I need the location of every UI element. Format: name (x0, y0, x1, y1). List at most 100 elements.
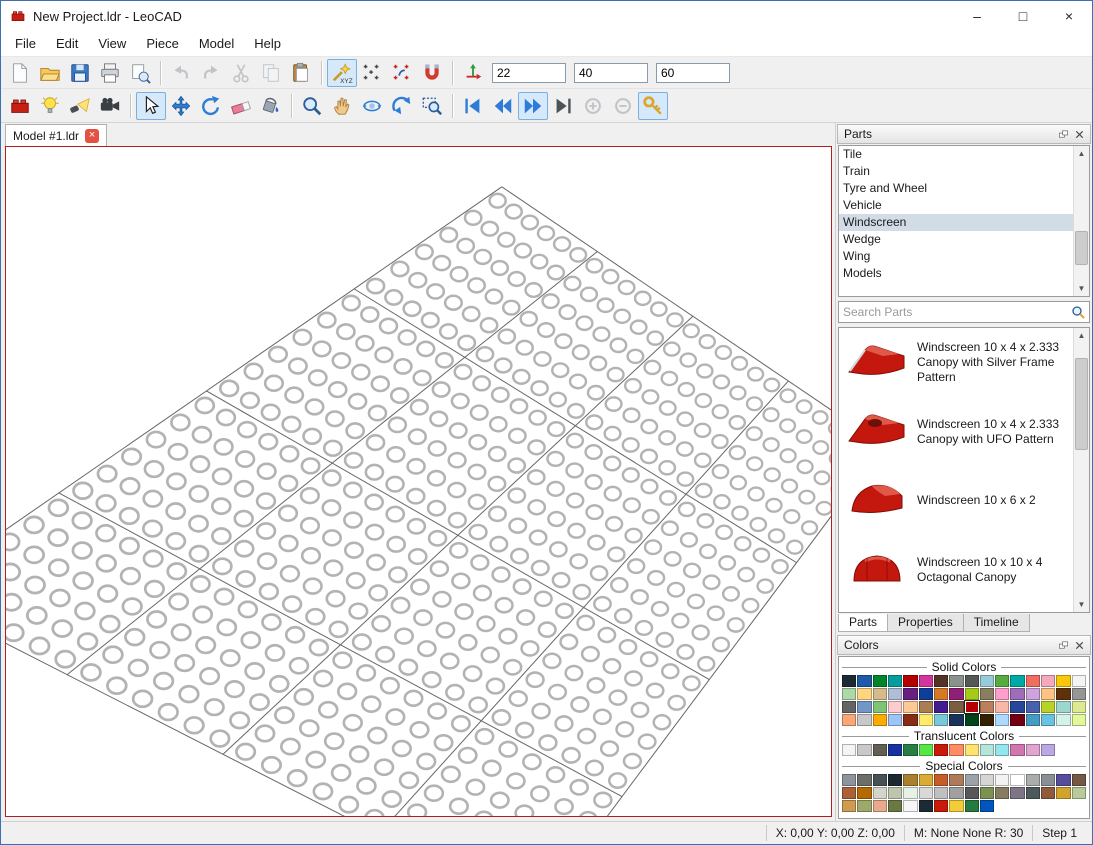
color-swatch[interactable] (1026, 701, 1040, 713)
color-swatch[interactable] (949, 675, 963, 687)
color-swatch[interactable] (903, 675, 917, 687)
color-swatch[interactable] (903, 714, 917, 726)
color-swatch[interactable] (995, 701, 1009, 713)
color-swatch[interactable] (842, 774, 856, 786)
transform-z-input[interactable] (656, 63, 730, 83)
menu-edit[interactable]: Edit (46, 33, 88, 54)
color-swatch[interactable] (888, 800, 902, 812)
paint-tool-button[interactable] (256, 92, 286, 120)
color-swatch[interactable] (857, 774, 871, 786)
color-swatch[interactable] (1056, 701, 1070, 713)
color-swatch[interactable] (949, 744, 963, 756)
color-swatch[interactable] (1041, 714, 1055, 726)
color-swatch[interactable] (980, 787, 994, 799)
color-swatch[interactable] (1010, 787, 1024, 799)
color-swatch[interactable] (888, 774, 902, 786)
color-swatch[interactable] (1056, 714, 1070, 726)
color-swatch[interactable] (888, 787, 902, 799)
parts-dock-close-button[interactable] (1071, 127, 1087, 141)
color-swatch[interactable] (1010, 675, 1024, 687)
snap-angle-button[interactable] (417, 59, 447, 87)
apply-transform-button[interactable] (458, 59, 488, 87)
color-swatch[interactable] (1072, 787, 1086, 799)
color-swatch[interactable] (1026, 744, 1040, 756)
category-item[interactable]: Tile (839, 146, 1073, 163)
color-swatch[interactable] (965, 701, 979, 713)
color-swatch[interactable] (873, 744, 887, 756)
color-swatch[interactable] (888, 675, 902, 687)
tab-close-icon[interactable]: × (85, 129, 99, 143)
last-step-button[interactable] (548, 92, 578, 120)
color-swatch[interactable] (857, 675, 871, 687)
minimize-button[interactable]: – (954, 1, 1000, 31)
color-swatch[interactable] (842, 701, 856, 713)
next-step-button[interactable] (518, 92, 548, 120)
delete-tool-button[interactable] (226, 92, 256, 120)
color-swatch[interactable] (873, 787, 887, 799)
color-swatch[interactable] (934, 675, 948, 687)
color-swatch[interactable] (965, 787, 979, 799)
color-swatch[interactable] (1010, 714, 1024, 726)
color-swatch[interactable] (1072, 714, 1086, 726)
scrollbar-thumb[interactable] (1075, 358, 1088, 450)
color-swatch[interactable] (1010, 744, 1024, 756)
color-swatch[interactable] (842, 744, 856, 756)
dock-tab-parts[interactable]: Parts (838, 614, 888, 632)
scroll-up-icon[interactable]: ▲ (1074, 146, 1089, 161)
insert-piece-button[interactable] (5, 92, 35, 120)
color-swatch[interactable] (1026, 774, 1040, 786)
color-swatch[interactable] (949, 774, 963, 786)
color-swatch[interactable] (873, 701, 887, 713)
color-swatch[interactable] (965, 800, 979, 812)
color-swatch[interactable] (857, 714, 871, 726)
color-swatch[interactable] (888, 714, 902, 726)
color-swatch[interactable] (995, 688, 1009, 700)
color-swatch[interactable] (934, 688, 948, 700)
scroll-up-icon[interactable]: ▲ (1074, 328, 1089, 343)
color-swatch[interactable] (857, 800, 871, 812)
color-swatch[interactable] (873, 688, 887, 700)
color-swatch[interactable] (980, 744, 994, 756)
color-swatch[interactable] (1072, 688, 1086, 700)
pan-tool-button[interactable] (327, 92, 357, 120)
part-item[interactable]: Windscreen 10 x 10 x 4 (839, 604, 1073, 612)
color-swatch[interactable] (1056, 774, 1070, 786)
color-swatch[interactable] (934, 714, 948, 726)
color-swatch[interactable] (919, 744, 933, 756)
color-swatch[interactable] (934, 701, 948, 713)
select-tool-button[interactable] (136, 92, 166, 120)
menu-file[interactable]: File (5, 33, 46, 54)
open-button[interactable] (35, 59, 65, 87)
move-tool-button[interactable] (166, 92, 196, 120)
scrollbar-thumb[interactable] (1075, 231, 1088, 265)
color-swatch[interactable] (995, 675, 1009, 687)
scroll-down-icon[interactable]: ▼ (1074, 597, 1089, 612)
color-swatch[interactable] (965, 714, 979, 726)
redo-button[interactable] (196, 59, 226, 87)
color-swatch[interactable] (919, 701, 933, 713)
part-item[interactable]: Windscreen 10 x 4 x 2.333 Canopy with UF… (839, 397, 1073, 466)
color-swatch[interactable] (1041, 744, 1055, 756)
new-button[interactable] (5, 59, 35, 87)
part-item[interactable]: Windscreen 10 x 4 x 2.333 Canopy with Si… (839, 328, 1073, 397)
color-swatch[interactable] (949, 688, 963, 700)
color-swatch[interactable] (995, 744, 1009, 756)
menu-help[interactable]: Help (244, 33, 291, 54)
color-swatch[interactable] (919, 787, 933, 799)
transform-x-input[interactable] (492, 63, 566, 83)
color-swatch[interactable] (934, 744, 948, 756)
color-swatch[interactable] (903, 787, 917, 799)
paste-button[interactable] (286, 59, 316, 87)
color-swatch[interactable] (1010, 688, 1024, 700)
menu-piece[interactable]: Piece (136, 33, 189, 54)
scrollbar-track[interactable] (1074, 343, 1089, 597)
close-button[interactable]: × (1046, 1, 1092, 31)
color-swatch[interactable] (903, 744, 917, 756)
color-swatch[interactable] (919, 714, 933, 726)
color-swatch[interactable] (1041, 675, 1055, 687)
color-swatch[interactable] (1072, 675, 1086, 687)
color-swatch[interactable] (1026, 787, 1040, 799)
color-swatch[interactable] (934, 774, 948, 786)
category-item[interactable]: Models (839, 265, 1073, 282)
print-preview-button[interactable] (125, 59, 155, 87)
